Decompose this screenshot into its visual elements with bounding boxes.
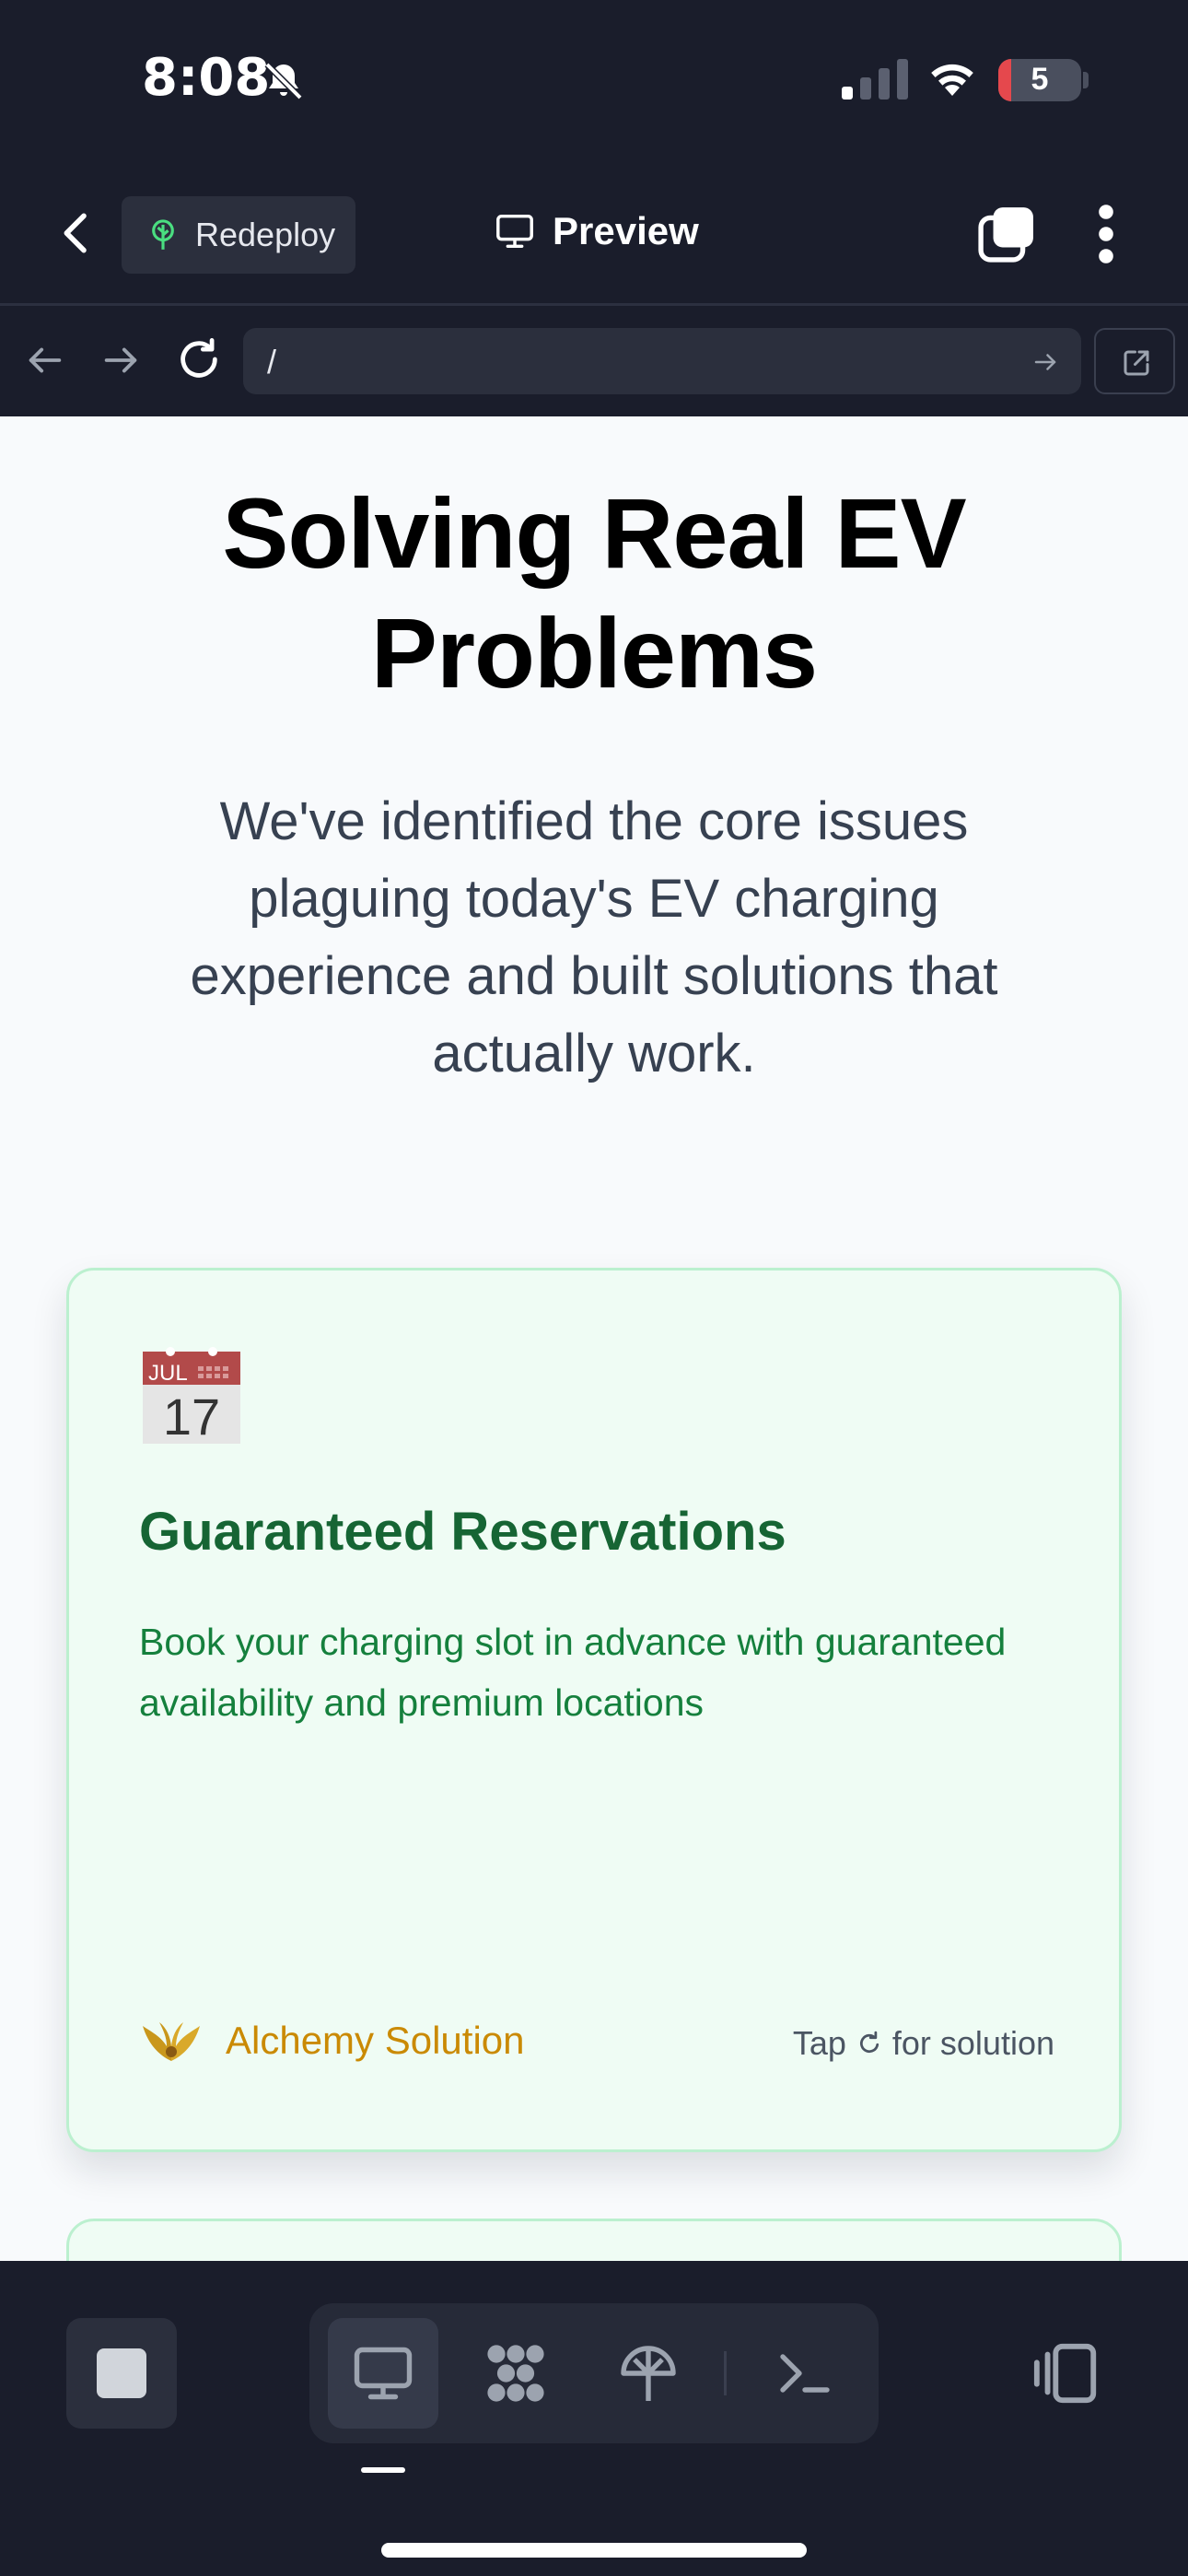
browser-bar: / xyxy=(0,306,1188,416)
tap-hint-prefix: Tap xyxy=(792,2024,846,2062)
status-bar: 8:08 5 xyxy=(0,0,1188,161)
preview-content: Solving Real EV Problems We've identifie… xyxy=(0,416,1188,2403)
calendar-icon: JUL 17 xyxy=(143,1347,240,1446)
external-link-icon xyxy=(1124,350,1149,376)
deploy-icon xyxy=(621,2346,676,2401)
url-input[interactable]: / xyxy=(243,328,1081,394)
battery-indicator: 5 xyxy=(998,59,1081,101)
rotate-icon xyxy=(859,2031,879,2054)
app-header: Redeploy Preview xyxy=(0,161,1188,306)
desktop-icon xyxy=(354,2347,413,2400)
hero-title: Solving Real EV Problems xyxy=(222,477,966,708)
url-text: / xyxy=(267,343,277,381)
device-toggle-icon[interactable] xyxy=(1031,2340,1101,2406)
monitor-icon xyxy=(496,214,533,249)
home-indicator xyxy=(381,2543,807,2558)
preview-title: Preview xyxy=(494,209,699,253)
apps-icon xyxy=(487,2345,544,2402)
card-description: Book your charging slot in advance with … xyxy=(139,1621,1007,1724)
go-arrow-icon[interactable] xyxy=(1031,348,1059,376)
tap-for-solution-hint: Tap for solution xyxy=(793,2024,1054,2063)
apps-tab[interactable] xyxy=(460,2318,571,2429)
problem-card[interactable]: JUL 17 Guaranteed Reservations Book your… xyxy=(66,1268,1122,2152)
reload-icon[interactable] xyxy=(175,335,223,383)
deploy-tree-icon xyxy=(152,219,174,250)
winged-emblem-icon xyxy=(143,2022,200,2061)
bell-muted-icon xyxy=(264,62,303,100)
bottom-toolbar xyxy=(0,2261,1188,2576)
hero-subtitle: We've identified the core issues plaguin… xyxy=(190,791,998,1083)
wifi-icon xyxy=(931,64,973,96)
arrow-right-icon[interactable] xyxy=(99,339,142,381)
stop-icon xyxy=(97,2348,146,2398)
tap-hint-suffix: for solution xyxy=(891,2024,1054,2062)
deploy-tab[interactable] xyxy=(593,2318,704,2429)
redeploy-button[interactable]: Redeploy xyxy=(122,196,355,274)
preview-label: Preview xyxy=(553,209,699,252)
view-switcher xyxy=(309,2303,879,2443)
battery-tip xyxy=(1083,72,1089,88)
back-chevron-icon[interactable] xyxy=(52,207,103,259)
status-time: 8:08 xyxy=(142,48,271,108)
calendar-month: JUL xyxy=(148,1361,188,1386)
more-vertical-icon[interactable] xyxy=(1092,204,1120,264)
alchemy-solution-text: Alchemy Solution xyxy=(226,2019,525,2062)
battery-percent: 5 xyxy=(1031,62,1049,97)
terminal-tab[interactable] xyxy=(750,2318,860,2429)
toolbar-divider xyxy=(724,2351,727,2395)
alchemy-solution-label: Alchemy Solution xyxy=(139,2015,525,2067)
calendar-day: 17 xyxy=(163,1388,220,1446)
active-tab-indicator xyxy=(361,2467,405,2473)
arrow-left-icon[interactable] xyxy=(24,339,66,381)
card-title: Guaranteed Reservations xyxy=(139,1502,786,1562)
cellular-signal-icon xyxy=(842,59,908,100)
stop-button[interactable] xyxy=(66,2318,177,2429)
open-external-button[interactable] xyxy=(1094,328,1175,394)
tabs-icon[interactable] xyxy=(978,205,1035,263)
redeploy-label: Redeploy xyxy=(195,216,336,253)
terminal-icon xyxy=(780,2354,830,2393)
desktop-view-tab[interactable] xyxy=(328,2318,438,2429)
